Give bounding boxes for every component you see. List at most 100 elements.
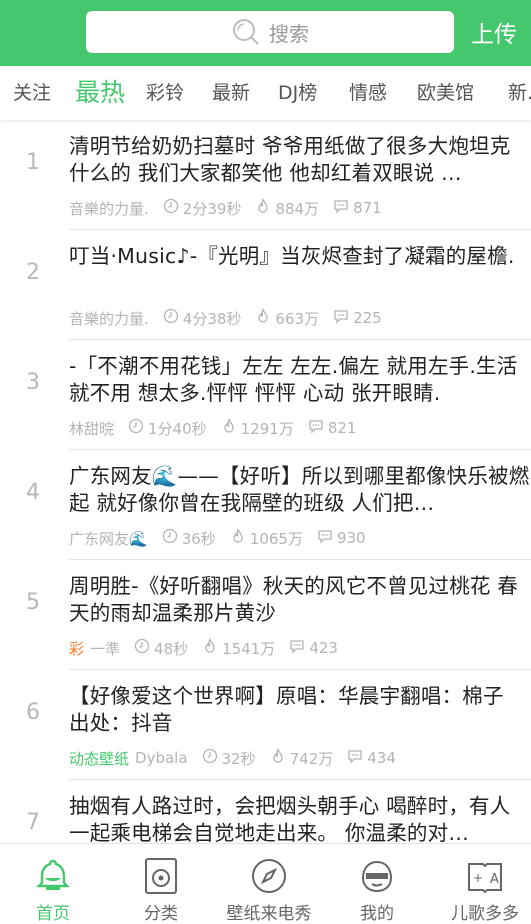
item-meta: 音樂的力量. 4分38秒 663万 225 — [69, 307, 396, 329]
comment-icon — [347, 748, 367, 768]
nav-wallpaper-callshow[interactable]: 壁纸来电秀 — [216, 844, 322, 924]
item-plays: 1065万 — [249, 529, 303, 548]
svg-text:+: + — [473, 871, 483, 885]
item-title: -「不潮不用花钱」左左 左左.偏左 就用左手.生活 就不用 想太多.怦怦 怦怦 … — [69, 354, 518, 405]
item-meta: 音樂的力量. 2分39秒 884万 871 — [69, 197, 396, 219]
item-plays: 1291万 — [240, 419, 294, 438]
list-item[interactable]: 7 抽烟有人路过时，会把烟头朝手心 喝醉时，有人一起乘电梯会自觉地走出来。 你温柔… — [0, 780, 531, 843]
tab-dj-chart[interactable]: DJ榜 — [278, 66, 317, 120]
rank-number: 1 — [26, 150, 40, 175]
comment-icon — [289, 638, 309, 658]
item-duration: 1分40秒 — [148, 419, 207, 438]
item-title: 清明节给奶奶扫墓时 爷爷用纸做了很多大炮坦克什么的 我们大家都笑他 他却红着双眼… — [69, 134, 511, 185]
item-author[interactable]: 一準 — [90, 638, 120, 659]
list-item[interactable]: 4 广东网友🌊——【好听】所以到哪里都像快乐被燃起 就好像你曾在我隔壁的班级 人们… — [0, 450, 531, 560]
comment-icon — [333, 308, 353, 328]
nav-kids-songs[interactable]: + A 儿歌多多 — [432, 844, 531, 924]
bell-icon — [36, 859, 70, 890]
nav-home[interactable]: 首页 — [0, 844, 106, 924]
item-tag: 彩 — [69, 639, 85, 658]
item-author[interactable]: Dybala — [135, 749, 188, 767]
compass-icon — [252, 859, 286, 893]
rank-number: 2 — [26, 260, 40, 285]
item-title: 广东网友🌊——【好听】所以到哪里都像快乐被燃起 就好像你曾在我隔壁的班级 人们把… — [69, 464, 530, 515]
category-tabs: 关注 最热 彩铃 最新 DJ榜 情感 欧美馆 新... — [0, 66, 531, 120]
item-comments: 434 — [367, 749, 396, 767]
rank-number: 6 — [26, 700, 40, 725]
clock-icon — [163, 308, 183, 328]
item-title: 【好像爱这个世界啊】原唱：华晨宇翻唱：棉子 出处：抖音 — [69, 684, 504, 735]
item-author[interactable]: 广东网友🌊 — [69, 528, 148, 549]
flame-icon — [255, 307, 275, 328]
item-meta: 动态壁纸 Dybala 32秒 742万 434 — [69, 747, 410, 769]
tab-western[interactable]: 欧美馆 — [417, 66, 474, 120]
flame-icon — [221, 417, 241, 438]
comment-icon — [317, 528, 337, 548]
nav-wallpaper-label: 壁纸来电秀 — [226, 904, 312, 924]
tab-emotion[interactable]: 情感 — [349, 66, 387, 120]
flame-icon — [255, 197, 275, 218]
item-comments: 423 — [309, 639, 338, 657]
book-icon: + A — [468, 863, 502, 894]
tab-newest[interactable]: 最新 — [212, 66, 250, 120]
item-comments: 225 — [353, 309, 382, 327]
item-comments: 930 — [336, 529, 366, 547]
tab-new-more[interactable]: 新... — [508, 66, 531, 120]
clock-icon — [202, 748, 222, 768]
item-meta: 广东网友🌊 36秒 1065万 930 — [69, 527, 380, 549]
flame-icon — [202, 637, 222, 658]
list-item[interactable]: 2 叮当·Music♪-『光明』当灰烬查封了凝霜的屋檐. 音樂的力量. 4分38秒 66… — [0, 230, 531, 340]
svg-text:A: A — [490, 872, 499, 887]
item-duration: 48秒 — [154, 639, 189, 658]
item-meta: 林甜晥 1分40秒 1291万 821 — [69, 417, 370, 439]
list-item[interactable]: 5 周明胜-《好听翻唱》秋天的风它不曾见过桃花 春天的雨却温柔那片黄沙彩一準 48秒… — [0, 560, 531, 670]
rank-number: 4 — [26, 480, 40, 505]
item-title: 叮当·Music♪-『光明』当灰烬查封了凝霜的屋檐. — [69, 244, 515, 268]
nav-mine-label: 我的 — [360, 904, 394, 924]
list-item[interactable]: 3 -「不潮不用花钱」左左 左左.偏左 就用左手.生活 就不用 想太多.怦怦 怦怦… — [0, 340, 531, 450]
list-item[interactable]: 6 【好像爱这个世界啊】原唱：华晨宇翻唱：棉子 出处：抖音动态壁纸 Dybala 32… — [0, 670, 531, 780]
rank-number: 7 — [26, 810, 40, 835]
item-plays: 742万 — [289, 749, 334, 768]
clock-icon — [162, 528, 182, 548]
nav-category[interactable]: 分类 — [108, 844, 214, 924]
item-duration: 36秒 — [181, 529, 216, 548]
item-author[interactable]: 音樂的力量. — [69, 308, 149, 329]
tab-follow[interactable]: 关注 — [13, 66, 51, 120]
upload-button[interactable]: 上传 — [471, 15, 517, 49]
comment-icon — [333, 198, 353, 218]
tab-ringtone[interactable]: 彩铃 — [146, 66, 184, 120]
clock-icon — [128, 418, 148, 438]
flame-icon — [230, 527, 250, 548]
tab-hot[interactable]: 最热 — [75, 66, 125, 120]
item-author[interactable]: 林甜晥 — [69, 418, 114, 439]
search-placeholder: 搜索 — [269, 21, 309, 46]
ringtone-list: 1 清明节给奶奶扫墓时 爷爷用纸做了很多大炮坦克什么的 我们大家都笑他 他却红着双… — [0, 120, 531, 843]
item-duration: 2分39秒 — [182, 199, 242, 218]
nav-kids-label: 儿歌多多 — [451, 904, 519, 924]
face-icon — [361, 860, 393, 893]
item-plays: 884万 — [275, 199, 320, 218]
bottom-nav: 首页 分类 壁纸来电秀 我的 + A 儿歌多多 — [0, 843, 531, 924]
rank-number: 5 — [26, 590, 40, 615]
item-title: 周明胜-《好听翻唱》秋天的风它不曾见过桃花 春天的雨却温柔那片黄沙 — [69, 574, 519, 625]
clock-icon — [134, 638, 154, 658]
nav-home-label: 首页 — [36, 904, 70, 924]
item-plays: 1541万 — [222, 639, 276, 658]
nav-category-label: 分类 — [144, 904, 178, 924]
clock-icon — [163, 198, 183, 218]
item-plays: 663万 — [275, 309, 320, 328]
item-comments: 821 — [327, 419, 357, 437]
item-tag: 动态壁纸 — [69, 749, 130, 768]
search-bar[interactable]: 搜索 — [86, 11, 454, 53]
nav-mine[interactable]: 我的 — [324, 844, 430, 924]
search-icon — [233, 19, 259, 45]
list-item[interactable]: 1 清明节给奶奶扫墓时 爷爷用纸做了很多大炮坦克什么的 我们大家都笑他 他却红着双… — [0, 120, 531, 230]
item-meta: 彩一準 48秒 1541万 423 — [69, 637, 352, 659]
item-duration: 4分38秒 — [182, 309, 242, 328]
item-comments: 871 — [353, 199, 382, 217]
category-icon — [145, 858, 177, 894]
item-duration: 32秒 — [221, 749, 256, 768]
item-author[interactable]: 音樂的力量. — [69, 198, 149, 219]
top-bar: 搜索 上传 — [0, 0, 531, 66]
